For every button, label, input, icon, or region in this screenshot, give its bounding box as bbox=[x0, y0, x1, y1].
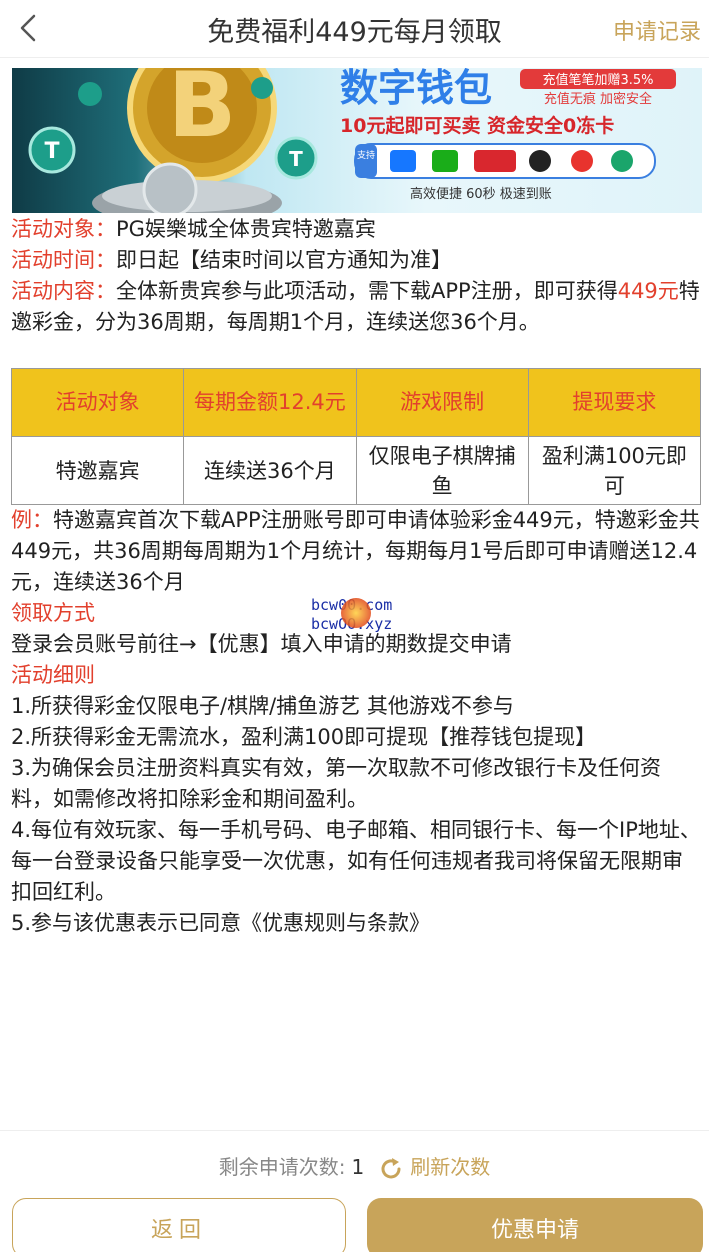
activity-table: 活动对象 每期金额12.4元 游戏限制 提现要求 特邀嘉宾 连续送36个月 仅限… bbox=[10, 368, 702, 505]
activity-content: 活动对象：PG娱樂城全体贵宾特邀嘉宾 活动时间：即日起【结束时间以官方通知为准】… bbox=[10, 214, 702, 939]
table-header: 活动对象 bbox=[10, 368, 185, 437]
table-row: 特邀嘉宾 连续送36个月 仅限电子棋牌捕鱼 盈利满100元即可 bbox=[10, 436, 702, 505]
chevron-left-icon bbox=[20, 14, 36, 42]
table-header: 每期金额12.4元 bbox=[183, 368, 357, 437]
rules-title: 活动细则 bbox=[11, 663, 95, 687]
table-cell: 特邀嘉宾 bbox=[10, 436, 185, 505]
svg-text:T: T bbox=[44, 139, 59, 164]
banner-badge-secure: 充值无痕 加密安全 bbox=[544, 91, 652, 107]
rule-item: 4.每位有效玩家、每一手机号码、电子邮箱、相同银行卡、每一个IP地址、每一台登录… bbox=[11, 818, 701, 904]
activity-content-value: 全体新贵宾参与此项活动，需下载APP注册，即可获得 bbox=[116, 279, 618, 303]
activity-target-label: 活动对象： bbox=[11, 217, 116, 241]
svg-text:B: B bbox=[168, 68, 237, 158]
remaining-count-row: 剩余申请次数: 1 刷新次数 bbox=[0, 1151, 709, 1182]
refresh-count-label: 刷新次数 bbox=[410, 1155, 491, 1179]
example-text: 例：特邀嘉宾首次下载APP注册账号即可申请体验彩金449元，特邀彩金共449元，… bbox=[11, 505, 701, 598]
table-header: 游戏限制 bbox=[355, 368, 529, 437]
watermark-logo-icon bbox=[341, 598, 371, 628]
table-cell: 仅限电子棋牌捕鱼 bbox=[355, 436, 529, 505]
bottom-action-bar: 剩余申请次数: 1 刷新次数 返回 优惠申请 bbox=[0, 1130, 709, 1252]
table-header: 提现要求 bbox=[527, 368, 702, 437]
table-cell: 盈利满100元即可 bbox=[527, 436, 702, 505]
back-button[interactable] bbox=[8, 8, 48, 48]
activity-target: 活动对象：PG娱樂城全体贵宾特邀嘉宾 bbox=[11, 214, 701, 245]
activity-content-label: 活动内容： bbox=[11, 279, 116, 303]
rule-item: 5.参与该优惠表示已同意《优惠规则与条款》 bbox=[11, 911, 431, 935]
refresh-icon bbox=[381, 1157, 401, 1178]
table-cell: 连续送36个月 bbox=[183, 436, 357, 505]
banner-tagline: 高效便捷 60秒 极速到账 bbox=[410, 186, 552, 202]
banner-line: 10元起即可买卖 资金安全0冻卡 bbox=[340, 114, 614, 137]
rule-item: 1.所获得彩金仅限电子/棋牌/捕鱼游艺 其他游戏不参与 bbox=[11, 694, 514, 718]
promo-banner: B T T 数字钱包 充值笔笔加赠3.5% 充值无痕 加密安全 10元起即可买卖… bbox=[12, 68, 702, 213]
banner-title: 数字钱包 bbox=[340, 68, 492, 110]
example-label: 例： bbox=[11, 508, 53, 532]
refresh-count-button[interactable]: 刷新次数 bbox=[378, 1155, 490, 1179]
watermark: bcw00.com bcwOO.xyz bbox=[311, 596, 392, 634]
page-title: 免费福利449元每月领取 bbox=[207, 17, 502, 48]
remaining-count: 1 bbox=[351, 1155, 365, 1179]
banner-badge-bonus: 充值笔笔加赠3.5% bbox=[542, 72, 653, 88]
activity-target-value: PG娱樂城全体贵宾特邀嘉宾 bbox=[116, 217, 376, 241]
table-header-row: 活动对象 每期金额12.4元 游戏限制 提现要求 bbox=[10, 368, 702, 437]
svg-text:T: T bbox=[289, 147, 303, 171]
activity-time-label: 活动时间： bbox=[11, 248, 116, 272]
rule-item: 3.为确保会员注册资料真实有效，第一次取款不可修改银行卡及任何资料，如需修改将扣… bbox=[11, 756, 662, 811]
activity-amount: 449元 bbox=[617, 279, 679, 303]
return-button[interactable]: 返回 bbox=[12, 1198, 346, 1252]
top-nav-bar: 免费福利449元每月领取 申请记录 bbox=[0, 0, 709, 58]
apply-records-link[interactable]: 申请记录 bbox=[613, 14, 701, 46]
activity-description: 活动内容：全体新贵宾参与此项活动，需下载APP注册，即可获得449元特邀彩金，分… bbox=[11, 276, 701, 338]
activity-time: 活动时间：即日起【结束时间以官方通知为准】 bbox=[11, 245, 701, 276]
banner-support-label: 支持 bbox=[357, 149, 375, 161]
rule-item: 2.所获得彩金无需流水，盈利满100即可提现【推荐钱包提现】 bbox=[11, 725, 597, 749]
apply-promotion-button[interactable]: 优惠申请 bbox=[367, 1198, 703, 1252]
example-body: 特邀嘉宾首次下载APP注册账号即可申请体验彩金449元，特邀彩金共449元，共3… bbox=[11, 508, 700, 594]
remaining-label: 剩余申请次数: bbox=[218, 1155, 346, 1179]
activity-time-value: 即日起【结束时间以官方通知为准】 bbox=[116, 248, 452, 272]
